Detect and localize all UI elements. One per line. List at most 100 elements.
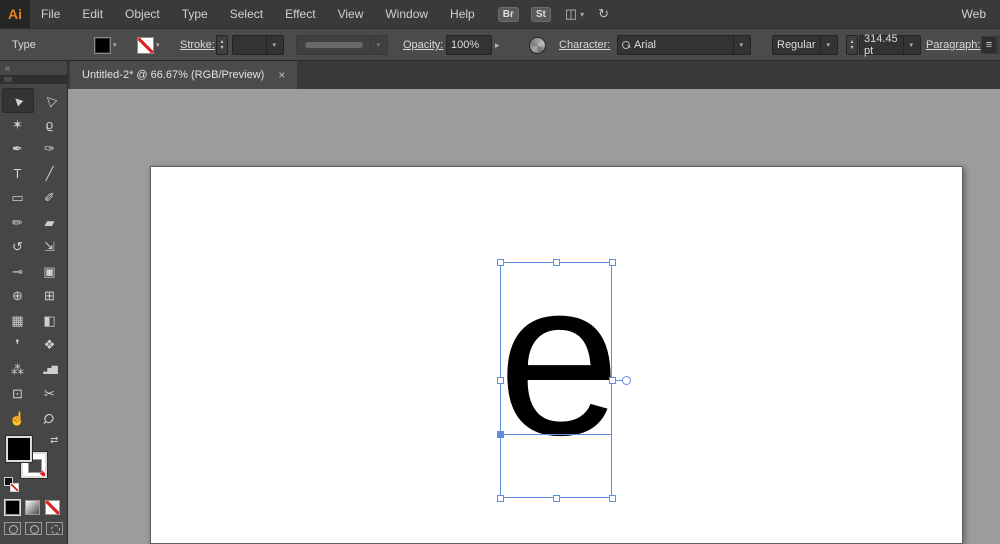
selection-handle[interactable] bbox=[609, 377, 616, 384]
stroke-weight-down-icon[interactable]: ▾ bbox=[217, 45, 227, 51]
symbol-sprayer-tool[interactable]: ⁂ bbox=[2, 358, 34, 383]
recolor-artwork-icon[interactable] bbox=[529, 37, 546, 54]
menu-effect[interactable]: Effect bbox=[274, 0, 326, 28]
default-stroke-mini-icon[interactable] bbox=[10, 483, 19, 492]
font-family-value[interactable]: Arial bbox=[634, 39, 656, 51]
arrange-documents-chevron-icon[interactable]: ▾ bbox=[580, 10, 584, 19]
font-style-chevron-icon[interactable]: ▾ bbox=[826, 41, 830, 49]
selection-handle[interactable] bbox=[609, 495, 616, 502]
zoom-tool[interactable]: Ϙ bbox=[34, 407, 66, 432]
lasso-tool[interactable]: ϱ bbox=[34, 113, 66, 138]
paintbrush-tool[interactable]: ✐ bbox=[34, 186, 66, 211]
font-size-down-icon[interactable]: ▾ bbox=[847, 45, 857, 51]
font-family-chevron-icon[interactable]: ▾ bbox=[739, 41, 743, 49]
menu-help[interactable]: Help bbox=[439, 0, 486, 28]
panel-collapse-icon[interactable]: « bbox=[0, 61, 67, 75]
rectangle-tool[interactable]: ▭ bbox=[2, 186, 34, 211]
menu-file[interactable]: File bbox=[30, 0, 71, 28]
selection-handle[interactable] bbox=[497, 259, 504, 266]
opacity-chevron-icon[interactable]: ▸ bbox=[495, 40, 500, 51]
selection-handle[interactable] bbox=[497, 377, 504, 384]
eraser-tool[interactable]: ▰ bbox=[34, 211, 66, 236]
font-family-combo[interactable]: Arial ▾ bbox=[617, 35, 751, 55]
mesh-tool[interactable]: ▦ bbox=[2, 309, 34, 334]
eyedropper-tool[interactable]: ❜ bbox=[2, 333, 34, 358]
slice-tool[interactable]: ✂ bbox=[34, 382, 66, 407]
artboard-tool[interactable]: ⊡ bbox=[2, 382, 34, 407]
draw-behind-button[interactable] bbox=[25, 522, 42, 535]
draw-normal-button[interactable] bbox=[4, 522, 21, 535]
font-style-value[interactable]: Regular bbox=[777, 39, 816, 51]
shape-builder-tool[interactable]: ⊕ bbox=[2, 284, 34, 309]
color-mode-button[interactable] bbox=[5, 500, 20, 515]
opacity-value[interactable]: 100% bbox=[451, 39, 479, 51]
free-transform-tool[interactable]: ▣ bbox=[34, 260, 66, 285]
stroke-weight-dropdown[interactable]: ▾ bbox=[232, 35, 284, 55]
workspace-switcher[interactable]: Web bbox=[962, 7, 986, 21]
menu-view[interactable]: View bbox=[327, 0, 375, 28]
stroke-weight-chevron-icon[interactable]: ▾ bbox=[272, 41, 276, 49]
stroke-weight-stepper[interactable]: ▴ ▾ bbox=[216, 35, 228, 55]
fill-proxy-swatch[interactable] bbox=[6, 436, 32, 462]
font-size-value[interactable]: 314.45 pt bbox=[864, 33, 903, 57]
selection-handle[interactable] bbox=[553, 259, 560, 266]
selection-handle[interactable] bbox=[497, 495, 504, 502]
blend-tool[interactable]: ❖ bbox=[34, 333, 66, 358]
fill-color-control[interactable]: ▾ bbox=[94, 35, 117, 55]
pen-tool[interactable]: ✒ bbox=[2, 137, 34, 162]
selection-handle[interactable] bbox=[553, 495, 560, 502]
panel-tab-strip[interactable] bbox=[0, 75, 67, 84]
none-mode-button[interactable] bbox=[45, 500, 60, 515]
stroke-swatch[interactable] bbox=[137, 37, 154, 54]
perspective-grid-tool[interactable]: ⊞ bbox=[34, 284, 66, 309]
slice-tool-icon: ✂ bbox=[44, 386, 55, 402]
line-segment-tool[interactable]: ╱ bbox=[34, 162, 66, 187]
menu-type[interactable]: Type bbox=[171, 0, 219, 28]
draw-inside-button[interactable] bbox=[46, 522, 63, 535]
document-tab[interactable]: Untitled-2* @ 66.67% (RGB/Preview) × bbox=[70, 61, 297, 89]
width-tool[interactable]: ⊸ bbox=[2, 260, 34, 285]
type-tool-icon: T bbox=[14, 166, 22, 181]
stock-button[interactable]: St bbox=[531, 7, 551, 22]
gradient-tool[interactable]: ◧ bbox=[34, 309, 66, 334]
recolor-artwork-control[interactable] bbox=[529, 35, 546, 55]
type-tool[interactable]: T bbox=[2, 162, 34, 187]
menu-select[interactable]: Select bbox=[219, 0, 274, 28]
selection-bounding-box[interactable] bbox=[500, 262, 612, 498]
tab-close-icon[interactable]: × bbox=[278, 68, 285, 82]
rotate-tool[interactable]: ↺ bbox=[2, 235, 34, 260]
opacity-panel-label[interactable]: Opacity: bbox=[403, 35, 443, 55]
column-graph-tool[interactable]: ▂▅▇ bbox=[34, 358, 66, 383]
stroke-color-control[interactable]: ▾ bbox=[137, 35, 160, 55]
menu-window[interactable]: Window bbox=[374, 0, 439, 28]
align-left-button[interactable]: ≡ bbox=[981, 36, 997, 54]
fill-swatch[interactable] bbox=[94, 37, 111, 54]
curvature-tool[interactable]: ✑ bbox=[34, 137, 66, 162]
paragraph-panel-label[interactable]: Paragraph: bbox=[926, 35, 980, 55]
swap-fill-stroke-icon[interactable]: ⇄ bbox=[50, 435, 58, 446]
stroke-panel-label[interactable]: Stroke: bbox=[180, 35, 215, 55]
selection-tool[interactable]: ▲ bbox=[2, 88, 34, 113]
font-size-control[interactable]: ▴ ▾ 314.45 pt ▾ bbox=[846, 35, 921, 55]
magic-wand-tool[interactable]: ✶ bbox=[2, 113, 34, 138]
direct-selection-tool[interactable]: △ bbox=[34, 88, 66, 113]
canvas-area[interactable]: e bbox=[68, 89, 1000, 544]
menu-edit[interactable]: Edit bbox=[71, 0, 114, 28]
bridge-button[interactable]: Br bbox=[498, 7, 519, 22]
selection-round-handle[interactable] bbox=[622, 376, 631, 385]
character-panel-label[interactable]: Character: bbox=[559, 35, 610, 55]
stroke-chevron-icon[interactable]: ▾ bbox=[156, 41, 160, 49]
sync-settings-icon[interactable]: ↻ bbox=[598, 6, 609, 22]
gradient-mode-button[interactable] bbox=[25, 500, 40, 515]
arrange-documents-icon[interactable]: ◫ bbox=[565, 6, 577, 22]
menu-object[interactable]: Object bbox=[114, 0, 171, 28]
selection-handle[interactable] bbox=[609, 259, 616, 266]
scale-tool[interactable]: ⇲ bbox=[34, 235, 66, 260]
text-anchor-point[interactable] bbox=[497, 431, 504, 438]
fill-chevron-icon[interactable]: ▾ bbox=[113, 41, 117, 49]
opacity-field[interactable]: 100% ▸ bbox=[446, 35, 500, 55]
shaper-tool[interactable]: ✏ bbox=[2, 211, 34, 236]
font-size-chevron-icon[interactable]: ▾ bbox=[909, 41, 913, 49]
hand-tool[interactable]: ☝ bbox=[2, 407, 34, 432]
font-style-combo[interactable]: Regular ▾ bbox=[772, 35, 838, 55]
